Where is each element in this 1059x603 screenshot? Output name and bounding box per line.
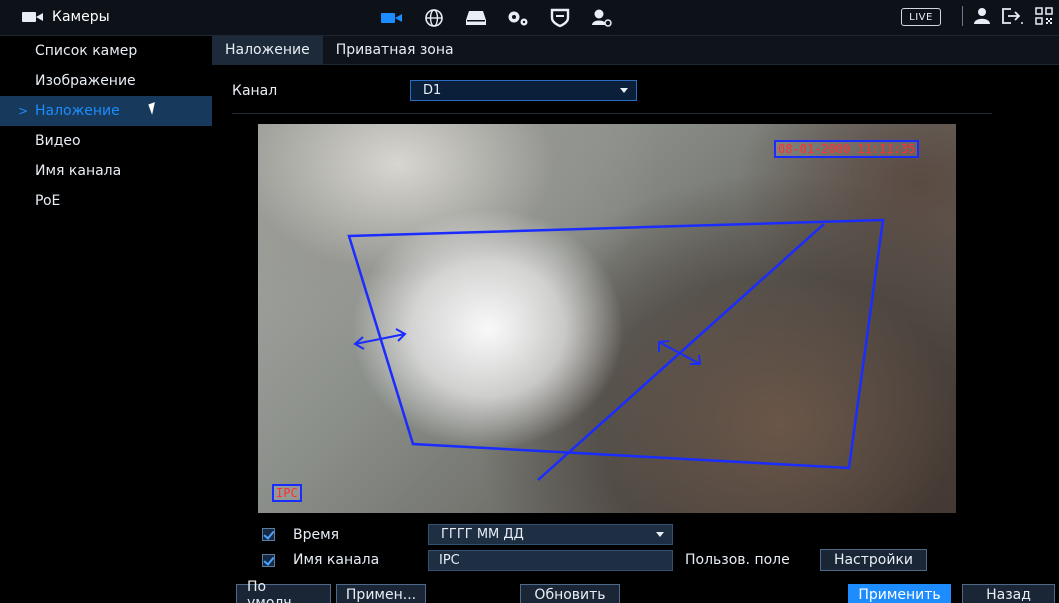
channel-name-overlay[interactable]: IPC <box>272 484 302 502</box>
live-button[interactable]: LIVE <box>901 8 941 26</box>
sidebar-item-image[interactable]: Изображение <box>0 66 212 96</box>
account-menu-icon[interactable] <box>590 6 614 30</box>
channel-name-label: Имя канала <box>293 552 380 568</box>
sidebar: Список камер Изображение > Наложение Вид… <box>0 36 212 603</box>
channel-name-checkbox[interactable] <box>262 553 275 567</box>
time-checkbox[interactable] <box>262 528 275 541</box>
refresh-button[interactable]: Обновить <box>520 584 620 603</box>
sidebar-item-label: Видео <box>35 133 81 149</box>
sidebar-item-overlay[interactable]: > Наложение <box>0 96 212 126</box>
qr-code-icon[interactable] <box>1035 7 1053 25</box>
default-button[interactable]: По умолч... <box>236 579 331 603</box>
divider <box>962 6 963 26</box>
tab-overlay[interactable]: Наложение <box>212 36 323 65</box>
account-icon <box>592 9 612 27</box>
apply-button[interactable]: Применить <box>848 584 951 603</box>
custom-field-label: Пользов. поле <box>685 552 790 568</box>
direction-arrow-icon <box>658 340 702 365</box>
main-panel: Наложение Приватная зона Канал D1 08-01-… <box>212 36 1059 603</box>
sidebar-item-poe[interactable]: PoE <box>0 186 212 216</box>
channel-name-option-row: Имя канала IPC Пользов. поле Настройки <box>262 549 927 571</box>
detection-region-overlay <box>347 218 885 481</box>
camera-icon <box>381 12 403 24</box>
direction-arrow-icon <box>353 328 407 350</box>
sidebar-item-label: Имя канала <box>35 163 122 179</box>
divider <box>232 113 992 114</box>
video-preview[interactable]: 08-01-2000 11:11:35 IPC <box>258 124 956 513</box>
time-format-value: ГГГГ ММ ДД <box>441 527 524 542</box>
camera-menu-icon[interactable] <box>380 6 404 30</box>
tab-bar: Наложение Приватная зона <box>212 36 1059 65</box>
storage-icon <box>466 11 486 25</box>
network-icon <box>425 9 443 27</box>
channel-label: Канал <box>232 82 278 99</box>
timestamp-overlay[interactable]: 08-01-2000 11:11:35 <box>774 140 920 158</box>
sidebar-item-label: Список камер <box>35 43 138 59</box>
camera-icon <box>22 11 44 23</box>
sidebar-item-camera-list[interactable]: Список камер <box>0 36 212 66</box>
top-bar: Камеры LIVE <box>0 0 1059 36</box>
sidebar-item-label: Наложение <box>35 103 120 119</box>
network-menu-icon[interactable] <box>422 6 446 30</box>
channel-select-value: D1 <box>423 83 442 98</box>
chevron-down-icon <box>656 532 664 537</box>
logout-icon[interactable] <box>1001 7 1025 25</box>
chevron-right-icon: > <box>18 104 29 118</box>
sidebar-item-label: Изображение <box>35 73 136 89</box>
channel-name-input[interactable]: IPC <box>428 549 673 571</box>
sidebar-item-video[interactable]: Видео <box>0 126 212 156</box>
security-icon <box>550 8 570 28</box>
sidebar-item-channel-name[interactable]: Имя канала <box>0 156 212 186</box>
time-label: Время <box>293 526 340 543</box>
mouse-cursor-icon <box>148 102 159 115</box>
system-menu-icon[interactable] <box>506 6 530 30</box>
back-button[interactable]: Назад <box>962 584 1055 603</box>
time-option-row: Время ГГГГ ММ ДД <box>262 524 673 545</box>
tab-privacy-zone[interactable]: Приватная зона <box>323 36 467 65</box>
main-menu-icons <box>380 6 614 30</box>
time-format-select[interactable]: ГГГГ ММ ДД <box>428 524 673 545</box>
settings-button[interactable]: Настройки <box>820 549 927 571</box>
chevron-down-icon <box>620 88 628 93</box>
app-title-label: Камеры <box>52 9 110 25</box>
apply-to-button[interactable]: Примен... <box>336 584 426 603</box>
storage-menu-icon[interactable] <box>464 6 488 30</box>
app-title: Камеры <box>22 9 110 25</box>
channel-row: Канал D1 <box>232 80 637 101</box>
sidebar-item-label: PoE <box>35 193 61 209</box>
channel-select[interactable]: D1 <box>410 80 637 101</box>
user-icon[interactable] <box>973 7 991 25</box>
top-right-icons <box>962 6 1053 26</box>
security-menu-icon[interactable] <box>548 6 572 30</box>
system-settings-icon <box>508 11 528 26</box>
